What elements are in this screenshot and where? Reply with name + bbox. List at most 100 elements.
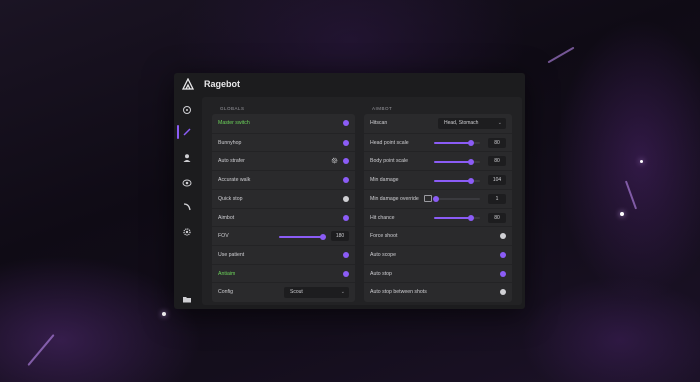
- crosshair-icon[interactable]: [182, 105, 192, 115]
- aimbot-label: Aimbot: [218, 214, 235, 221]
- hit-chance-slider-knob[interactable]: [467, 215, 474, 221]
- titlebar: Ragebot: [174, 73, 525, 97]
- settings-gear-icon[interactable]: [331, 157, 338, 164]
- auto-stop-row: Auto stop: [364, 263, 512, 283]
- hit-chance-slider[interactable]: [434, 215, 480, 221]
- fov-value[interactable]: 180: [331, 231, 349, 242]
- master-switch-label: Master switch: [218, 120, 250, 126]
- auto-scope-label: Auto scope: [370, 251, 396, 258]
- hit-chance-row: Hit chance 80: [364, 207, 512, 227]
- pencil-icon[interactable]: [182, 127, 192, 137]
- min-damage-row: Min damage 104: [364, 170, 512, 189]
- aimbot-toggle[interactable]: [343, 214, 349, 221]
- fov-slider-knob[interactable]: [320, 233, 326, 240]
- config-dropdown[interactable]: Scout ⌄: [284, 286, 349, 298]
- force-shoot-toggle[interactable]: [500, 233, 506, 240]
- antiaim-row: Antiaim: [212, 263, 355, 283]
- eye-icon[interactable]: [182, 178, 192, 188]
- antiaim-toggle[interactable]: [343, 270, 349, 277]
- arc-icon[interactable]: [182, 202, 192, 212]
- globals-section-label: GLOBALS: [220, 106, 245, 111]
- min-damage-override-row: Min damage override 1: [364, 188, 512, 208]
- master-switch-row: Master switch: [212, 114, 355, 133]
- auto-strafer-label: Auto strafer: [218, 158, 245, 165]
- use-patient-toggle[interactable]: [343, 251, 349, 258]
- background-sparkle: [162, 312, 166, 316]
- auto-stop-between-shots-toggle[interactable]: [500, 289, 506, 296]
- quick-stop-label: Quick stop: [218, 195, 243, 202]
- master-switch-toggle[interactable]: [343, 120, 349, 126]
- auto-scope-row: Auto scope: [364, 244, 512, 264]
- auto-scope-toggle[interactable]: [500, 251, 506, 258]
- gear-icon[interactable]: [182, 227, 192, 237]
- hitscan-row: Hitscan Head, Stomach ⌄: [364, 114, 512, 133]
- body-point-scale-slider-fill: [434, 160, 471, 163]
- head-point-scale-slider[interactable]: [434, 140, 480, 147]
- background-sparkle: [640, 160, 643, 163]
- min-damage-override-label: Min damage override: [370, 195, 419, 202]
- use-patient-row: Use patient: [212, 244, 355, 264]
- min-damage-slider-fill: [434, 179, 471, 182]
- body-point-scale-value[interactable]: 80: [488, 156, 506, 167]
- body-point-scale-slider-knob[interactable]: [467, 158, 474, 165]
- fov-label: FOV: [218, 233, 229, 240]
- accurate-walk-label: Accurate walk: [218, 177, 251, 184]
- min-damage-override-value[interactable]: 1: [488, 193, 506, 204]
- aimbot-section-label: AIMBOT: [372, 106, 393, 111]
- keybind-icon[interactable]: [424, 194, 432, 202]
- chevron-down-icon: ⌄: [340, 288, 345, 295]
- body-point-scale-slider[interactable]: [434, 158, 480, 165]
- background-sparkle: [620, 212, 624, 216]
- aimbot-panel: Hitscan Head, Stomach ⌄ Head point scale…: [364, 114, 512, 302]
- force-shoot-label: Force shoot: [370, 233, 398, 240]
- fov-row: FOV 180: [212, 226, 355, 245]
- config-row: Config Scout ⌄: [212, 282, 355, 301]
- folder-icon[interactable]: [182, 294, 192, 304]
- auto-stop-between-shots-row: Auto stop between shots: [364, 282, 512, 301]
- content-area: GLOBALS Master switch Bunnyhop Auto stra…: [202, 97, 522, 305]
- head-point-scale-slider-fill: [434, 142, 471, 145]
- fov-slider[interactable]: [279, 233, 326, 240]
- head-point-scale-value[interactable]: 80: [488, 137, 506, 148]
- head-point-scale-label: Head point scale: [370, 139, 409, 146]
- auto-stop-label: Auto stop: [370, 270, 392, 277]
- config-label: Config: [218, 289, 233, 296]
- force-shoot-row: Force shoot: [364, 226, 512, 245]
- hitscan-selected-value: Head, Stomach: [444, 119, 479, 126]
- hit-chance-value[interactable]: 80: [488, 212, 506, 223]
- hitscan-dropdown[interactable]: Head, Stomach ⌄: [438, 117, 506, 129]
- use-patient-label: Use patient: [218, 251, 245, 258]
- fov-slider-fill: [279, 235, 323, 238]
- min-damage-value[interactable]: 104: [488, 175, 506, 186]
- head-point-scale-row: Head point scale 80: [364, 132, 512, 152]
- min-damage-label: Min damage: [370, 177, 399, 184]
- head-point-scale-slider-knob[interactable]: [467, 140, 474, 147]
- auto-stop-toggle[interactable]: [500, 270, 506, 277]
- chevron-down-icon: ⌄: [497, 119, 502, 126]
- min-damage-slider[interactable]: [434, 177, 480, 184]
- logo-icon: [182, 78, 194, 90]
- hit-chance-slider-fill: [434, 217, 471, 219]
- accurate-walk-row: Accurate walk: [212, 170, 355, 189]
- auto-strafer-row: Auto strafer: [212, 151, 355, 170]
- min-damage-slider-knob[interactable]: [467, 177, 474, 184]
- window-title: Ragebot: [204, 79, 240, 89]
- ragebot-window: Ragebot GLOBALS Master switch Bunnyhop A…: [174, 73, 525, 309]
- min-damage-override-slider[interactable]: [433, 196, 480, 203]
- globals-panel: Master switch Bunnyhop Auto strafer Accu…: [212, 114, 355, 302]
- sidebar-active-indicator: [177, 125, 179, 139]
- bunnyhop-row: Bunnyhop: [212, 132, 355, 152]
- accurate-walk-toggle[interactable]: [343, 177, 349, 184]
- quick-stop-toggle[interactable]: [343, 195, 349, 202]
- min-damage-override-slider-knob[interactable]: [433, 196, 439, 203]
- sidebar: [174, 99, 200, 309]
- user-icon[interactable]: [182, 153, 192, 163]
- antiaim-label: Antiaim: [218, 270, 236, 277]
- hit-chance-label: Hit chance: [370, 214, 395, 221]
- bunnyhop-toggle[interactable]: [343, 139, 349, 146]
- aimbot-row: Aimbot: [212, 207, 355, 227]
- bunnyhop-label: Bunnyhop: [218, 139, 242, 146]
- auto-strafer-toggle[interactable]: [343, 158, 349, 165]
- auto-stop-between-shots-label: Auto stop between shots: [370, 289, 427, 296]
- body-point-scale-label: Body point scale: [370, 158, 409, 165]
